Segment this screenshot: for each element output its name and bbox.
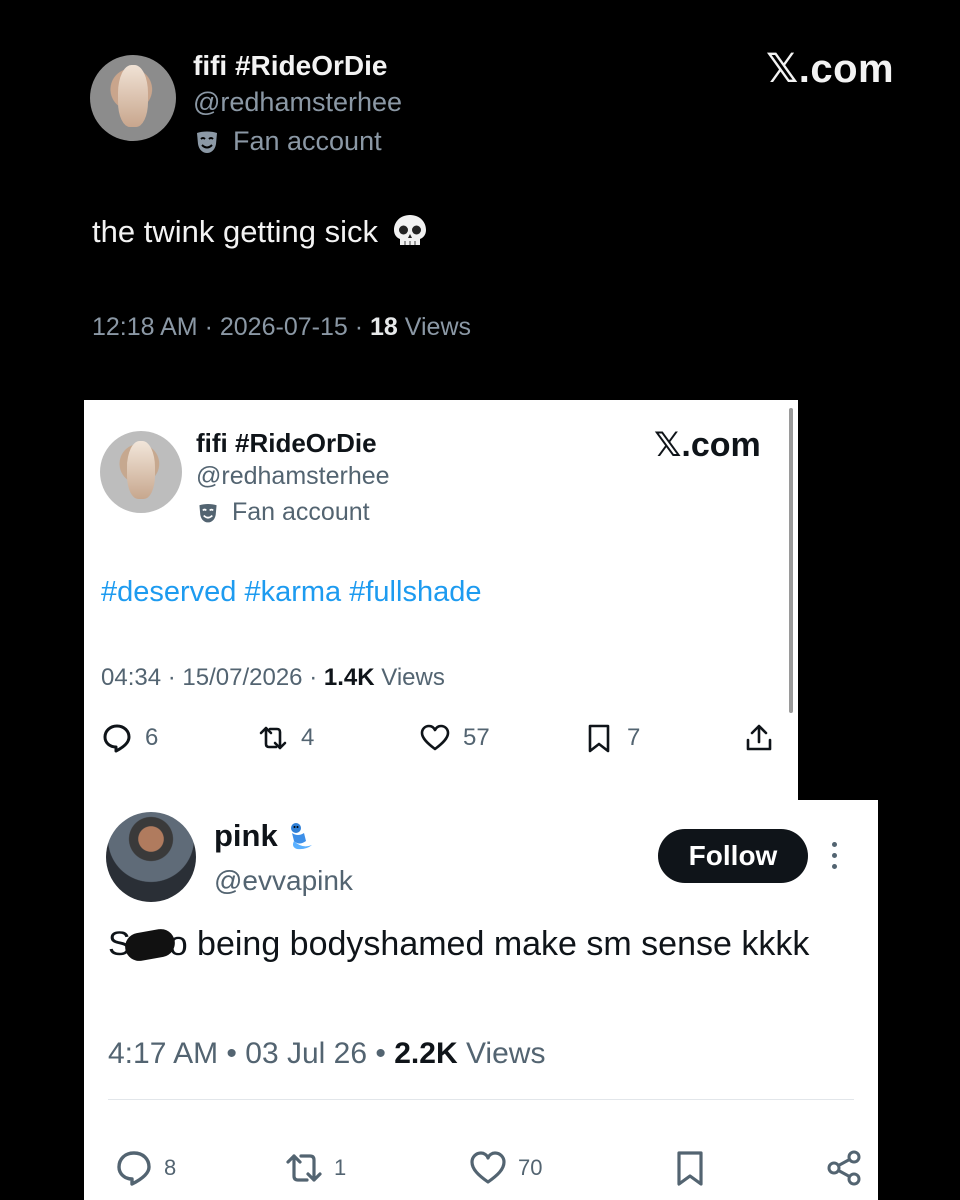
tweet-card-light: fifi #RideOrDie @redhamsterhee Fan accou…: [84, 400, 798, 800]
fan-account-label: Fan account: [233, 126, 382, 156]
avatar[interactable]: [90, 55, 176, 141]
reply-icon: [117, 1151, 151, 1186]
display-name[interactable]: pink: [214, 818, 278, 854]
views-label: Views: [465, 1037, 546, 1070]
bookmark-count: 7: [627, 724, 641, 751]
repost-count: 1: [334, 1155, 347, 1180]
tweet-time[interactable]: 4:17 AM: [108, 1037, 218, 1070]
tweet-text: So being bodyshamed make sm sense kkkk: [108, 922, 858, 966]
avatar[interactable]: [106, 812, 196, 902]
separator: ·: [354, 313, 364, 341]
reply-icon: [103, 724, 131, 753]
x-com-watermark: 𝕏.com: [766, 47, 895, 91]
separator: •: [375, 1037, 386, 1070]
like-button[interactable]: 70: [468, 1148, 542, 1188]
user-handle[interactable]: @redhamsterhee: [196, 462, 390, 491]
theater-mask-icon: [197, 131, 217, 153]
bookmark-icon: [677, 1151, 703, 1186]
repost-button[interactable]: 1: [284, 1148, 346, 1188]
views-count: 18: [370, 313, 398, 341]
tweet-card-dark: fifi #RideOrDie @redhamsterhee Fan accou…: [0, 0, 960, 400]
repost-icon: [286, 1154, 322, 1182]
fan-account-badge: Fan account: [196, 498, 370, 527]
genie-emoji-icon: [290, 823, 312, 850]
hashtags[interactable]: #deserved #karma #fullshade: [101, 576, 481, 609]
avatar[interactable]: [100, 431, 182, 513]
display-name[interactable]: fifi #RideOrDie: [196, 428, 377, 459]
tweet-date[interactable]: 03 Jul 26: [245, 1037, 367, 1070]
heart-icon: [420, 724, 450, 751]
tweet-card-reply: pink @evvapink Follow So being bodyshame…: [84, 800, 878, 1200]
tweet-actions: 8 1 70: [108, 1148, 861, 1192]
display-name[interactable]: fifi #RideOrDie: [193, 50, 387, 82]
reply-button[interactable]: 8: [114, 1148, 176, 1188]
tweet-date[interactable]: 15/07/2026: [182, 664, 302, 691]
divider: [108, 1099, 854, 1100]
x-com-watermark: 𝕏.com: [654, 426, 761, 464]
fan-account-label: Fan account: [232, 498, 370, 526]
separator: ·: [167, 664, 176, 691]
heart-icon: [470, 1151, 506, 1184]
views-label: Views: [381, 664, 445, 691]
more-options-icon[interactable]: [830, 842, 838, 872]
repost-button[interactable]: 4: [257, 722, 314, 754]
user-handle[interactable]: @evvapink: [214, 865, 353, 897]
bookmark-button[interactable]: 7: [583, 722, 640, 754]
scrollbar[interactable]: [789, 408, 793, 713]
like-count: 57: [463, 724, 490, 751]
separator: ·: [204, 313, 213, 341]
display-name-row[interactable]: pink: [214, 818, 316, 854]
tweet-text: the twink getting sick: [92, 212, 430, 252]
views-count: 1.4K: [323, 664, 375, 691]
repost-icon: [259, 726, 287, 750]
tweet-date[interactable]: 2026-07-15: [220, 313, 348, 341]
share-nodes-icon: [827, 1150, 861, 1186]
repost-count: 4: [301, 724, 315, 751]
follow-button[interactable]: Follow: [658, 829, 808, 883]
bookmark-button[interactable]: [670, 1148, 710, 1188]
fan-account-badge: Fan account: [193, 126, 382, 157]
user-handle[interactable]: @redhamsterhee: [193, 87, 402, 118]
like-count: 70: [518, 1155, 543, 1180]
share-icon: [746, 724, 772, 751]
share-button[interactable]: [743, 722, 775, 754]
share-button[interactable]: [824, 1148, 864, 1188]
tweet-meta: 4:17 AM • 03 Jul 26 • 2.2K Views: [108, 1037, 545, 1071]
separator: •: [226, 1037, 237, 1070]
like-button[interactable]: 57: [419, 722, 490, 754]
reply-button[interactable]: 6: [101, 722, 158, 754]
tweet-meta: 04:34 · 15/07/2026 · 1.4K Views: [101, 664, 445, 692]
theater-mask-icon: [199, 503, 217, 522]
tweet-time[interactable]: 12:18 AM: [92, 313, 198, 341]
skull-emoji-icon: [394, 215, 427, 245]
reply-count: 6: [145, 724, 159, 751]
tweet-meta: 12:18 AM · 2026-07-15 · 18 Views: [92, 313, 471, 342]
reply-count: 8: [164, 1155, 177, 1180]
views-count: 2.2K: [394, 1037, 458, 1070]
tweet-text-content: the twink getting sick: [92, 214, 379, 249]
bookmark-icon: [588, 724, 610, 753]
tweet-actions: 6 4 57 7: [101, 722, 781, 758]
tweet-text-rest: o being bodyshamed make sm sense kkkk: [168, 925, 810, 963]
separator: ·: [309, 664, 318, 691]
views-label: Views: [404, 313, 472, 341]
tweet-time[interactable]: 04:34: [101, 664, 161, 691]
